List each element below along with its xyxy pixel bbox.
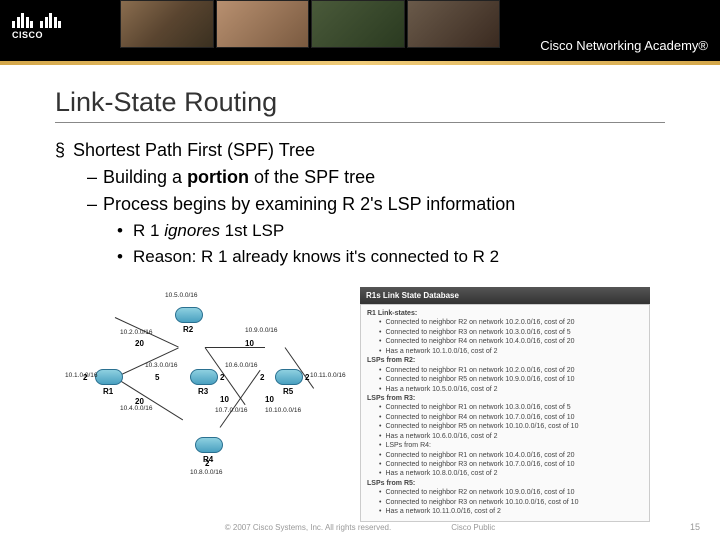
router-r2-label: R2 (183, 325, 193, 334)
cost-10c: 10 (265, 395, 274, 404)
net-10: 10.10.0.0/16 (265, 407, 301, 414)
cost-20a: 20 (135, 339, 144, 348)
cost-2c: 2 (260, 373, 264, 382)
lsdb-r5-title: LSPs from R5: (367, 480, 415, 487)
title-rule (55, 122, 665, 123)
lsdb-r3-list: Connected to neighbor R1 on network 10.3… (367, 403, 643, 479)
router-r5 (275, 369, 303, 385)
cisco-logo: CISCO (12, 10, 61, 40)
lsdb-panel: R1s Link State Database R1 Link-states: … (360, 287, 650, 522)
cisco-logo-bars (12, 10, 61, 28)
lsdb-r2-title: LSPs from R2: (367, 357, 415, 364)
net-2: 10.2.0.0/16 (120, 329, 153, 336)
cost-10b: 10 (220, 395, 229, 404)
net-5: 10.5.0.0/16 (165, 292, 198, 299)
header-photo-strip (120, 0, 500, 48)
slide-footer: © 2007 Cisco Systems, Inc. All rights re… (0, 523, 720, 532)
cost-10a: 10 (245, 339, 254, 348)
bullet-l2a: Building a portion of the SPF tree (55, 164, 665, 191)
footer-classification: Cisco Public (451, 523, 495, 532)
net-11: 10.11.0.0/16 (310, 372, 346, 379)
header-gold-bar (0, 61, 720, 65)
router-r5-label: R5 (283, 387, 293, 396)
router-r4 (195, 437, 223, 453)
router-r1-label: R1 (103, 387, 113, 396)
network-diagram: R2 R1 R3 R5 R4 10.5.0.0/16 10.2.0.0/16 1… (65, 287, 345, 487)
net-7: 10.7.0.0/16 (215, 407, 248, 414)
cost-2d: 2 (305, 373, 309, 382)
cost-2b: 2 (220, 373, 224, 382)
slide-content: Link-State Routing Shortest Path First (… (0, 65, 720, 522)
academy-label: Cisco Networking Academy® (540, 38, 708, 53)
lsdb-body: R1 Link-states: Connected to neighbor R2… (360, 304, 650, 522)
cost-2e: 2 (205, 459, 209, 468)
bullet-l3b: Reason: R 1 already knows it's connected… (55, 244, 665, 270)
router-r2 (175, 307, 203, 323)
net-3: 10.3.0.0/16 (145, 362, 178, 369)
diagram-area: R2 R1 R3 R5 R4 10.5.0.0/16 10.2.0.0/16 1… (55, 287, 665, 522)
lsdb-header: R1s Link State Database (360, 287, 650, 304)
net-1: 10.1.0.0/16 (65, 372, 98, 379)
lsdb-r1-list: Connected to neighbor R2 on network 10.2… (367, 318, 643, 356)
lsdb-r5-list: Connected to neighbor R2 on network 10.9… (367, 488, 643, 516)
cost-2a: 2 (83, 373, 87, 382)
net-4: 10.4.0.0/16 (120, 405, 153, 412)
lsdb-r2-list: Connected to neighbor R1 on network 10.2… (367, 366, 643, 394)
router-r3 (190, 369, 218, 385)
bullet-list: Shortest Path First (SPF) Tree Building … (55, 137, 665, 269)
cisco-logo-text: CISCO (12, 30, 61, 40)
router-r1 (95, 369, 123, 385)
bullet-l1: Shortest Path First (SPF) Tree (55, 137, 665, 164)
cost-20b: 20 (135, 397, 144, 406)
slide-header: CISCO Cisco Networking Academy® (0, 0, 720, 65)
lsdb-r1-title: R1 Link-states: (367, 310, 417, 317)
net-9: 10.9.0.0/16 (245, 327, 278, 334)
page-number: 15 (690, 522, 700, 532)
lsdb-r3-title: LSPs from R3: (367, 395, 415, 402)
net-8: 10.8.0.0/16 (190, 469, 223, 476)
slide-title: Link-State Routing (55, 87, 665, 118)
footer-copyright: © 2007 Cisco Systems, Inc. All rights re… (225, 523, 391, 532)
router-r3-label: R3 (198, 387, 208, 396)
net-6: 10.6.0.0/16 (225, 362, 258, 369)
bullet-l3a: R 1 ignores 1st LSP (55, 218, 665, 244)
bullet-l2b: Process begins by examining R 2's LSP in… (55, 191, 665, 218)
cost-5: 5 (155, 373, 159, 382)
